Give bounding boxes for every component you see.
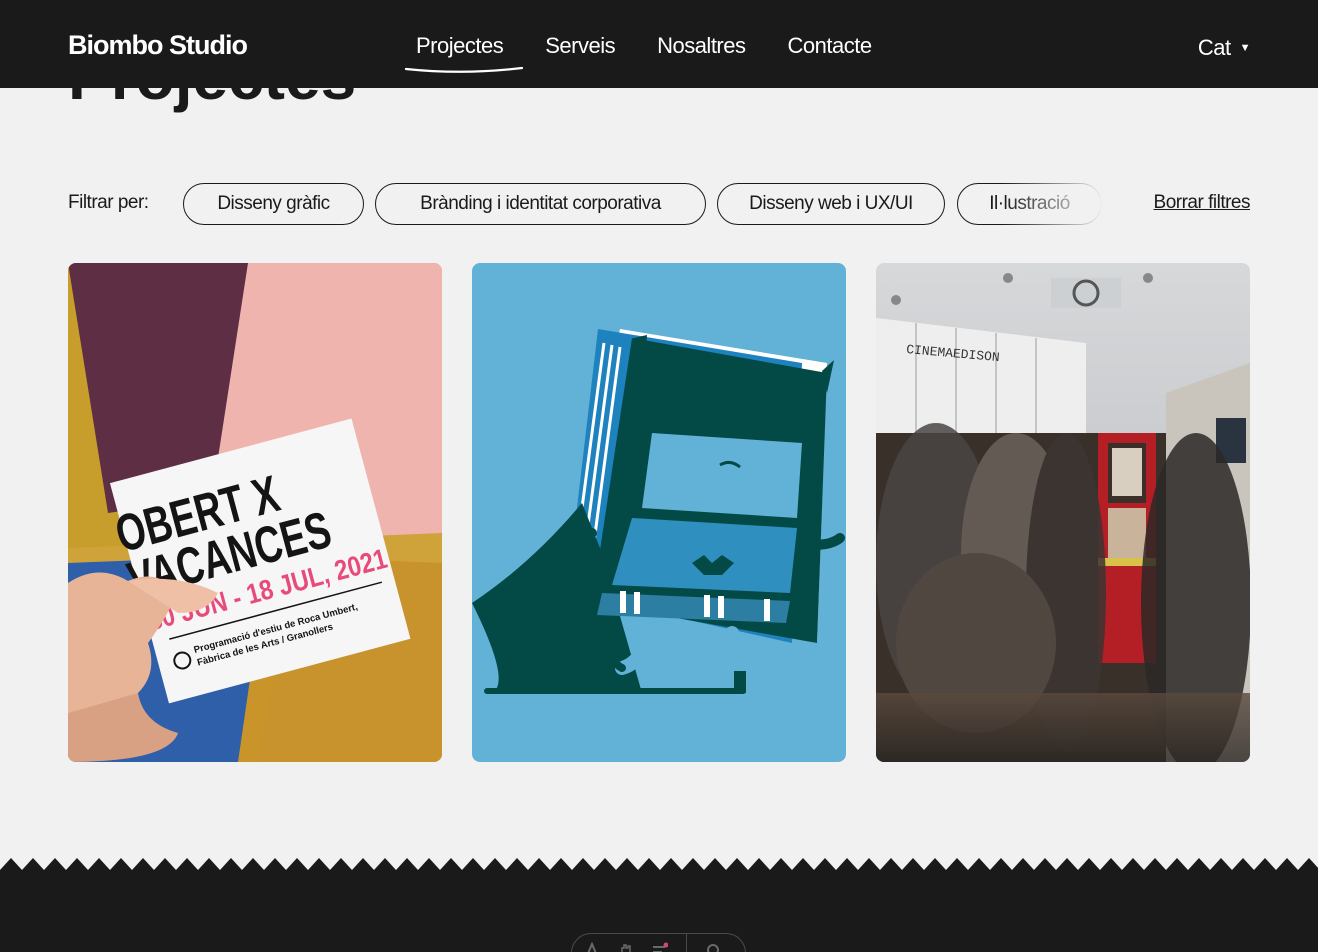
project-card-obert-x-vacances[interactable]: OBERT X VACANCES 30 JUN - 18 JUL, 2021 P…: [68, 263, 442, 762]
site-header: Biombo Studio Projectes Serveis Nosaltre…: [0, 0, 1318, 88]
floating-toolbar: [571, 933, 746, 952]
filter-label: Filtrar per:: [68, 192, 149, 213]
text-icon[interactable]: [584, 942, 600, 952]
nav-item-projectes[interactable]: Projectes: [416, 33, 504, 59]
project-card-cinema-edison[interactable]: CINEMAEDISON: [876, 263, 1250, 762]
caret-down-icon: ▼: [1239, 42, 1251, 54]
project-image-illustration: [472, 263, 846, 762]
filter-chip-disseny-grafic[interactable]: Disseny gràfic: [183, 183, 364, 225]
settings-icon[interactable]: [705, 942, 721, 952]
filter-chip-illustracio[interactable]: Il·lustració: [957, 183, 1102, 225]
nav-item-nosaltres[interactable]: Nosaltres: [657, 33, 746, 59]
nav-item-contacte[interactable]: Contacte: [788, 33, 873, 59]
filter-chips: Disseny gràfic Brànding i identitat corp…: [183, 183, 1123, 225]
filter-bar: Filtrar per: Disseny gràfic Brànding i i…: [68, 183, 1251, 225]
filter-chip-disseny-web[interactable]: Disseny web i UX/UI: [717, 183, 945, 225]
language-label: Cat: [1197, 35, 1231, 60]
menu-icon[interactable]: [652, 942, 668, 952]
hand-icon[interactable]: [618, 942, 634, 952]
project-image-poster: OBERT X VACANCES 30 JUN - 18 JUL, 2021 P…: [68, 263, 442, 762]
language-selector[interactable]: Cat ▼: [1197, 35, 1251, 61]
project-image-cinema: CINEMAEDISON: [876, 263, 1250, 762]
project-card-book-hero[interactable]: [472, 263, 846, 762]
logo[interactable]: Biombo Studio: [68, 30, 248, 61]
active-nav-underline: [404, 66, 524, 73]
clear-filters-link[interactable]: Borrar filtres: [1154, 192, 1251, 214]
toolbar-divider: [686, 934, 687, 952]
main-nav: Projectes Serveis Nosaltres Contacte: [416, 33, 872, 59]
filter-chip-branding[interactable]: Brànding i identitat corporativa: [375, 183, 706, 225]
nav-item-serveis[interactable]: Serveis: [545, 33, 615, 59]
